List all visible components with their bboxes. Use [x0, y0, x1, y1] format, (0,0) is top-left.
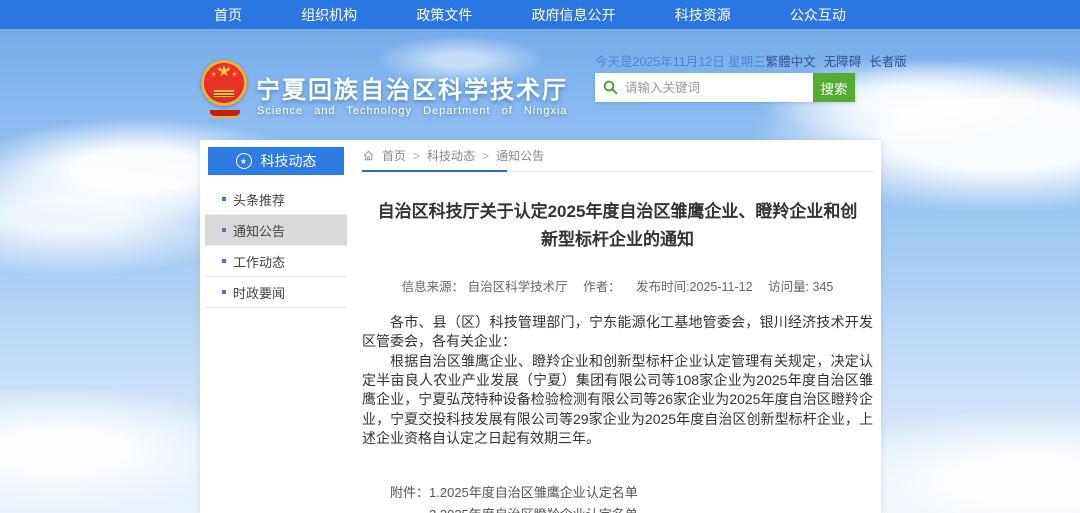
meta-author: 作者：	[583, 280, 621, 294]
attachments-block: 附件： 1.2025年度自治区雏鹰企业认定名单 2.2025年度自治区瞪羚企业认…	[390, 482, 873, 513]
nav-item-policy-documents[interactable]: 政策文件	[402, 5, 486, 25]
sidebar-header: ★ 科技动态	[208, 147, 344, 175]
attachment-link-gazelle-list[interactable]: 2.2025年度自治区瞪羚企业认定名单	[429, 504, 677, 513]
search-bar: 搜索	[595, 73, 855, 102]
header-date-row: 今天是2025年11月12日 星期三 繁體中文 无障碍 长者版	[595, 51, 873, 70]
breadcrumb-current-page: 通知公告	[496, 147, 544, 164]
nav-item-organization[interactable]: 组织机构	[287, 5, 371, 25]
bullet-icon	[222, 228, 226, 232]
attachment-link-eagle-list[interactable]: 1.2025年度自治区雏鹰企业认定名单	[429, 482, 677, 503]
sidebar-item-current-politics[interactable]: 时政要闻	[205, 277, 347, 308]
content-panel: ★ 科技动态 头条推荐 通知公告 工作动态 时政要闻	[200, 140, 881, 513]
article-paragraph: 根据自治区雏鹰企业、瞪羚企业和创新型标杆企业认定管理有关规定，决定认定半亩良人农…	[362, 352, 873, 449]
breadcrumb: 首页 > 科技动态 > 通知公告	[362, 140, 873, 172]
article-meta: 信息来源： 自治区科学技术厅 作者： 发布时间:2025-11-12 访问量: …	[362, 276, 873, 295]
main-content: 首页 > 科技动态 > 通知公告 自治区科技厅关于认定2025年度自治区雏鹰企业…	[352, 140, 881, 513]
sidebar-title: 科技动态	[261, 151, 317, 171]
sidebar-item-headlines[interactable]: 头条推荐	[205, 184, 347, 215]
quick-link-elder-version[interactable]: 长者版	[869, 51, 907, 70]
sidebar-item-work-updates[interactable]: 工作动态	[205, 246, 347, 277]
search-icon	[603, 80, 618, 95]
quick-link-traditional-chinese[interactable]: 繁體中文	[766, 51, 816, 70]
sidebar-item-label: 工作动态	[233, 252, 285, 271]
article-paragraph: 各市、县（区）科技管理部门，宁东能源化工基地管委会，银川经济技术开发区管委会，各…	[362, 313, 873, 352]
site-subtitle: Science and Technology Department of Nin…	[257, 105, 568, 117]
breadcrumb-separator: >	[482, 149, 489, 163]
quick-link-accessibility[interactable]: 无障碍	[824, 51, 862, 70]
sidebar: ★ 科技动态 头条推荐 通知公告 工作动态 时政要闻	[200, 140, 352, 513]
page: 首页 组织机构 政策文件 政府信息公开 科技资源 公众互动 ★ ★★ ★★ 宁夏…	[0, 0, 1080, 513]
article-body: 各市、县（区）科技管理部门，宁东能源化工基地管委会，银川经济技术开发区管委会，各…	[362, 313, 873, 448]
meta-publish-time: 发布时间:2025-11-12	[636, 280, 753, 294]
sidebar-item-label: 通知公告	[233, 221, 285, 240]
meta-source: 信息来源： 自治区科学技术厅	[402, 280, 568, 294]
nav-item-home[interactable]: 首页	[200, 5, 256, 25]
breadcrumb-link-tech-news[interactable]: 科技动态	[427, 147, 475, 164]
site-title: 宁夏回族自治区科学技术厅	[256, 70, 568, 105]
nav-item-public-interaction[interactable]: 公众互动	[776, 5, 860, 25]
bullet-icon	[222, 259, 226, 263]
article-title: 自治区科技厅关于认定2025年度自治区雏鹰企业、瞪羚企业和创新型标杆企业的通知	[378, 198, 858, 254]
bullet-icon	[222, 290, 226, 294]
search-input[interactable]	[595, 73, 813, 102]
nav-item-gov-info-disclosure[interactable]: 政府信息公开	[518, 5, 630, 25]
top-nav-bar: 首页 组织机构 政策文件 政府信息公开 科技资源 公众互动	[0, 0, 1080, 29]
national-emblem-icon: ★ ★★ ★★	[201, 60, 249, 118]
meta-view-count: 访问量: 345	[768, 280, 833, 294]
breadcrumb-separator: >	[413, 149, 420, 163]
star-circle-icon: ★	[236, 153, 252, 169]
sidebar-item-label: 头条推荐	[233, 190, 285, 209]
sidebar-item-notices[interactable]: 通知公告	[205, 215, 347, 246]
sidebar-item-label: 时政要闻	[233, 283, 285, 302]
search-button[interactable]: 搜索	[813, 73, 855, 102]
nav-item-tech-resources[interactable]: 科技资源	[661, 5, 745, 25]
current-date: 今天是2025年11月12日 星期三	[595, 51, 766, 70]
bullet-icon	[222, 197, 226, 201]
attachments-label: 附件：	[390, 482, 429, 513]
breadcrumb-link-home[interactable]: 首页	[382, 147, 406, 164]
home-icon	[362, 149, 375, 162]
